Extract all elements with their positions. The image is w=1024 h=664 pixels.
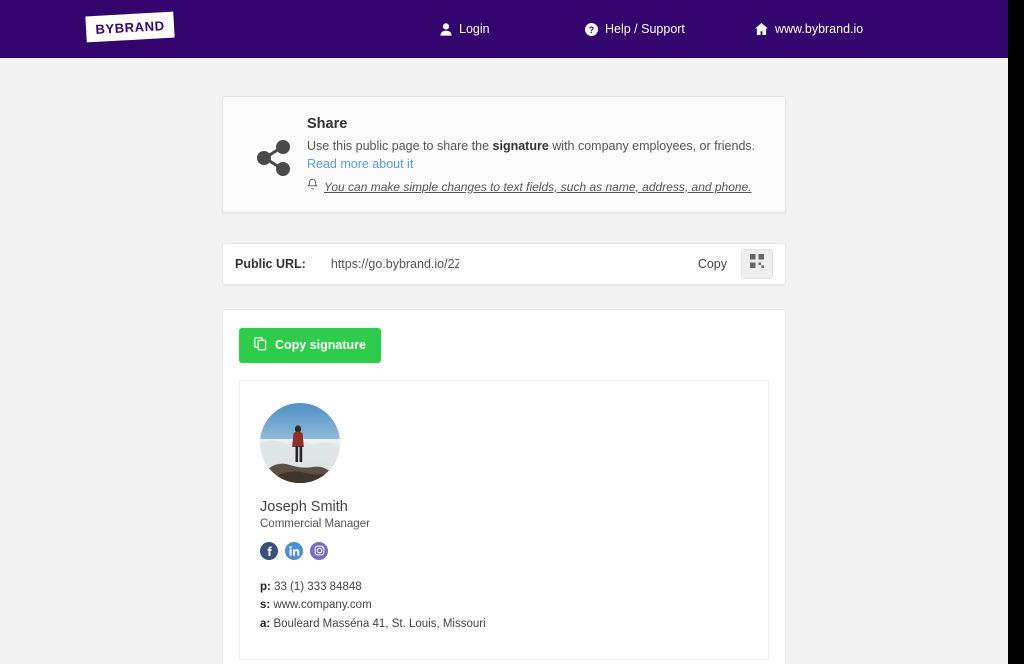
home-icon xyxy=(755,23,768,35)
share-title: Share xyxy=(307,116,348,132)
qr-code-icon xyxy=(750,254,764,273)
logo-text: BYBRAND xyxy=(95,17,165,37)
signature-detail-address-value: Bouleard Masséna 41, St. Louis, Missouri xyxy=(273,617,486,630)
share-note-text[interactable]: You can make simple changes to text fiel… xyxy=(324,180,752,194)
header-nav: Login ? Help / Support www.bybrand.io xyxy=(440,0,863,58)
top-header-bar: BYBRAND Login ? Help / Support www.bybra… xyxy=(0,0,1008,58)
nav-item-website[interactable]: www.bybrand.io xyxy=(755,22,863,36)
avatar xyxy=(260,402,340,483)
signature-detail-site-value: www.company.com xyxy=(273,599,372,612)
linkedin-icon[interactable] xyxy=(285,541,303,560)
social-links xyxy=(260,541,748,560)
signature-role: Commercial Manager xyxy=(260,517,370,530)
share-card-body: Share Use this public page to share the … xyxy=(307,115,765,196)
share-info-card: Share Use this public page to share the … xyxy=(222,96,786,213)
read-more-link[interactable]: Read more about it xyxy=(307,155,765,174)
nav-item-help-label: Help / Support xyxy=(605,22,685,36)
signature-detail-site-key: s: xyxy=(260,599,271,612)
signature-preview-box: Joseph Smith Commercial Manager p: 33 (1… xyxy=(239,379,769,661)
nav-item-login-label: Login xyxy=(459,22,490,36)
signature-detail-phone-key: p: xyxy=(260,580,271,593)
public-url-input-wrap xyxy=(330,255,698,273)
instagram-icon[interactable] xyxy=(310,541,328,560)
share-desc-bold: signature xyxy=(492,139,549,153)
share-description: Use this public page to share the signat… xyxy=(307,137,765,155)
signature-detail-address-key: a: xyxy=(260,617,271,630)
signature-name: Joseph Smith xyxy=(260,498,348,515)
share-nodes-icon xyxy=(241,115,307,196)
bell-icon xyxy=(307,178,318,196)
public-url-label: Public URL: xyxy=(235,256,306,271)
user-icon xyxy=(440,22,452,36)
public-url-input[interactable] xyxy=(330,256,459,271)
copy-icon xyxy=(254,336,267,354)
public-url-card: Public URL: Copy xyxy=(222,242,786,285)
signature-detail-phone-value: 33 (1) 333 84848 xyxy=(274,580,362,593)
page-root: BYBRAND Login ? Help / Support www.bybra… xyxy=(0,0,1008,664)
signature-detail-site: s: www.company.com xyxy=(260,596,748,615)
nav-item-help-support[interactable]: ? Help / Support xyxy=(585,22,755,36)
nav-item-website-label: www.bybrand.io xyxy=(775,22,864,36)
signature-card: Copy signature Joseph Smith Commercial M… xyxy=(222,308,786,664)
share-note-row: You can make simple changes to text fiel… xyxy=(307,178,765,196)
copy-url-button[interactable]: Copy xyxy=(698,257,727,271)
main-content: Share Use this public page to share the … xyxy=(222,58,786,664)
signature-detail-address: a: Bouleard Masséna 41, St. Louis, Misso… xyxy=(260,615,748,634)
copy-signature-button[interactable]: Copy signature xyxy=(239,327,381,363)
svg-text:?: ? xyxy=(589,24,594,34)
bybrand-logo[interactable]: BYBRAND xyxy=(85,11,175,43)
facebook-icon[interactable] xyxy=(260,541,278,560)
copy-signature-label: Copy signature xyxy=(275,338,366,352)
question-circle-icon: ? xyxy=(585,22,598,36)
share-desc-pre: Use this public page to share the xyxy=(307,139,493,153)
share-desc-post: with company employees, or friends. xyxy=(548,139,756,153)
nav-item-login[interactable]: Login xyxy=(440,22,585,36)
qr-code-button[interactable] xyxy=(741,248,773,279)
signature-detail-phone: p: 33 (1) 333 84848 xyxy=(260,578,748,597)
